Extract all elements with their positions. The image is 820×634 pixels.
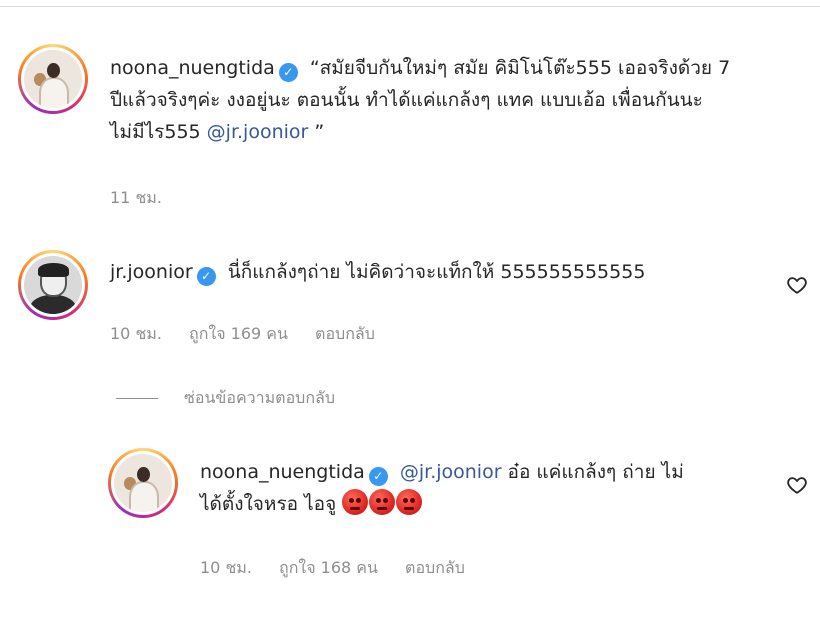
angry-face-icon xyxy=(369,489,396,515)
comment-time[interactable]: 10 ชม. xyxy=(110,324,162,343)
reply-username[interactable]: noona_nuengtida xyxy=(200,461,365,483)
reply-meta: 10 ชม. ถูกใจ 168 คน ตอบกลับ xyxy=(200,556,487,581)
avatar[interactable] xyxy=(18,44,88,114)
reply-button[interactable]: ตอบกลับ xyxy=(315,324,375,343)
hide-replies-line xyxy=(116,398,158,399)
like-count[interactable]: ถูกใจ 168 คน xyxy=(279,558,378,577)
comment-body: นี่ก็แกล้งๆถ่าย ไม่คิดว่าจะแท็กให้ 55555… xyxy=(227,261,646,283)
avatar[interactable] xyxy=(108,448,178,518)
verified-icon: ✓ xyxy=(368,467,388,486)
comment-body-line: ไม่มีไร555 xyxy=(110,121,207,143)
verified-icon: ✓ xyxy=(196,267,216,286)
angry-face-icon xyxy=(342,489,369,515)
comment-text: noona_nuengtida ✓ “สมัยจีบกันใหม่ๆ สมัย ค… xyxy=(110,52,810,148)
angry-face-icon xyxy=(396,489,423,515)
comment-text: jr.joonior ✓ นี่ก็แกล้งๆถ่าย ไม่คิดว่าจะแ… xyxy=(110,256,770,288)
verified-icon: ✓ xyxy=(278,63,298,82)
heart-icon[interactable] xyxy=(786,474,808,496)
reply-time[interactable]: 10 ชม. xyxy=(200,558,252,577)
heart-icon[interactable] xyxy=(786,274,808,296)
reply-body-line: ได้ตั้งใจหรอ ไอจู xyxy=(200,493,343,515)
mention-link[interactable]: @jr.joonior xyxy=(207,121,309,143)
comment-username[interactable]: jr.joonior xyxy=(110,261,193,283)
quote-mark: ” xyxy=(308,121,325,143)
comment-time[interactable]: 11 ชม. xyxy=(110,188,162,207)
reply-body-line: อ๋อ แค่แกล้งๆ ถ่าย ไม่ xyxy=(501,461,684,483)
comment-body-line: “สมัยจีบกันใหม่ๆ สมัย คิมิโน่โต๊ะ555 เออ… xyxy=(309,57,731,79)
hide-replies-button[interactable]: ซ่อนข้อความตอบกลับ xyxy=(184,386,335,411)
comment-meta: 10 ชม. ถูกใจ 169 คน ตอบกลับ xyxy=(110,322,397,347)
reply-button[interactable]: ตอบกลับ xyxy=(405,558,465,577)
comment-username[interactable]: noona_nuengtida xyxy=(110,57,275,79)
comment-body-line: ปีแล้วจริงๆค่ะ งงอยู่นะ ตอนนั้น ทำได้แค่… xyxy=(110,89,703,111)
mention-link[interactable]: @jr.joonior xyxy=(400,461,502,483)
like-count[interactable]: ถูกใจ 169 คน xyxy=(189,324,288,343)
comment-meta: 11 ชม. xyxy=(110,186,184,211)
reply-text: noona_nuengtida ✓ @jr.joonior อ๋อ แค่แกล้… xyxy=(200,456,780,520)
top-divider xyxy=(0,6,820,7)
avatar[interactable] xyxy=(18,250,88,320)
